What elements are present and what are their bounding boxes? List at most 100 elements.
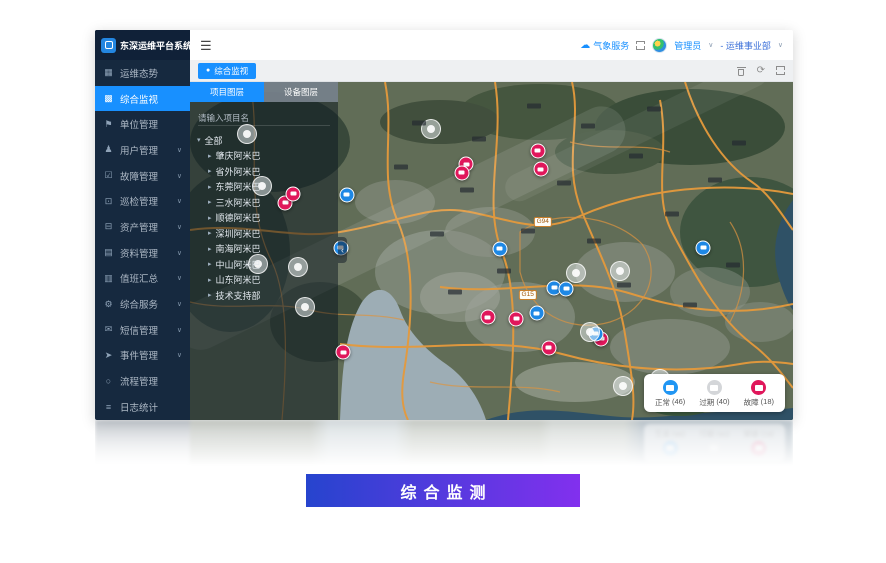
sidebar-item-workflow[interactable]: ○流程管理	[95, 368, 190, 394]
map-marker-blue[interactable]	[339, 187, 354, 202]
sidebar-menu: ▦运维态势 ▩综合监视 ⚑单位管理 ♟用户管理∨ ☑故障管理∨ ⊡巡检管理∨ ⊟…	[95, 60, 190, 420]
map-place-label	[557, 181, 571, 186]
flag-icon: ⚑	[103, 119, 114, 130]
map-place-label	[497, 269, 511, 274]
map-marker-red[interactable]	[533, 162, 548, 177]
chevron-down-icon: ∨	[177, 197, 182, 205]
tree-node[interactable]: ▸东莞阿米巴	[197, 179, 331, 195]
sidebar-item-units[interactable]: ⚑单位管理	[95, 111, 190, 137]
window-reflection: 正常(46) 过期(40) 故障(18)	[95, 420, 793, 472]
menu-collapse-icon[interactable]: ☰	[200, 39, 212, 52]
map-marker-gray[interactable]	[613, 376, 633, 396]
map-marker-gray[interactable]	[580, 322, 600, 342]
user-menu[interactable]: 管理员	[674, 39, 701, 52]
app-title: 东深运维平台系统	[120, 39, 192, 52]
gear-icon: ⚙	[103, 299, 114, 310]
sidebar-item-services[interactable]: ⚙综合服务∨	[95, 291, 190, 317]
sidebar-item-users[interactable]: ♟用户管理∨	[95, 137, 190, 163]
map-place-label	[708, 178, 722, 183]
sidebar-item-events[interactable]: ➤事件管理∨	[95, 343, 190, 369]
avatar[interactable]	[652, 38, 667, 53]
main-area: ☰ ☁气象服务 管理员 ∨ - 运维事业部 ∨ ●综合监视 ⟳	[190, 30, 793, 420]
map-place-label	[412, 120, 426, 125]
sidebar-item-faults[interactable]: ☑故障管理∨	[95, 163, 190, 189]
map-place-label	[726, 262, 740, 267]
tree-node[interactable]: ▸三水阿米巴	[197, 195, 331, 211]
map-place-label	[581, 123, 595, 128]
screenshot-stage: 东深运维平台系统 ▦运维态势 ▩综合监视 ⚑单位管理 ♟用户管理∨ ☑故障管理∨…	[0, 0, 886, 563]
expired-status-icon	[707, 380, 722, 395]
map-place-label	[587, 238, 601, 243]
map-container[interactable]: G94 G15 项目图层 设备图层 ▾全部 ▸肇庆阿米巴 ▸省外阿米巴	[190, 82, 793, 420]
chevron-down-icon: ∨	[177, 146, 182, 154]
sidebar-item-logs[interactable]: ≡日志统计	[95, 394, 190, 420]
tree-node[interactable]: ▸深圳阿米巴	[197, 226, 331, 242]
map-place-label	[448, 289, 462, 294]
status-legend: 正常(46) 过期(40) 故障(18)	[644, 374, 785, 412]
top-bar-right: ☁气象服务 管理员 ∨ - 运维事业部 ∨	[580, 38, 783, 53]
legend-item-normal[interactable]: 正常(46)	[655, 380, 685, 408]
sidebar-item-inspection[interactable]: ⊡巡检管理∨	[95, 188, 190, 214]
sidebar-item-monitoring[interactable]: ▩综合监视	[95, 86, 190, 112]
legend-item-fault[interactable]: 故障(18)	[744, 380, 774, 408]
panel-collapse-handle[interactable]: ‹	[338, 237, 347, 263]
map-marker-red[interactable]	[509, 311, 524, 326]
tree-node[interactable]: ▸顺德阿米巴	[197, 210, 331, 226]
legend-item-expired[interactable]: 过期(40)	[699, 380, 729, 408]
top-bar: ☰ ☁气象服务 管理员 ∨ - 运维事业部 ∨	[190, 30, 793, 60]
tree-node-all[interactable]: ▾全部	[197, 132, 331, 148]
caret-right-icon: ▸	[208, 198, 212, 206]
map-place-label	[617, 282, 631, 287]
sidebar-item-documents[interactable]: ▤资料管理∨	[95, 240, 190, 266]
expand-icon[interactable]	[776, 66, 785, 75]
chevron-down-icon: ∨	[177, 300, 182, 308]
map-place-label	[430, 232, 444, 237]
refresh-icon[interactable]: ⟳	[757, 66, 765, 76]
fullscreen-icon[interactable]	[636, 41, 645, 50]
caret-right-icon: ▸	[208, 229, 212, 237]
sidebar-item-ops-status[interactable]: ▦运维态势	[95, 60, 190, 86]
tree-node[interactable]: ▸山东阿米巴	[197, 272, 331, 288]
map-marker-red[interactable]	[541, 340, 556, 355]
map-marker-gray[interactable]	[566, 263, 586, 283]
weather-service-link[interactable]: ☁气象服务	[580, 39, 629, 52]
map-marker-blue[interactable]	[696, 240, 711, 255]
project-search	[198, 108, 330, 126]
tree-node[interactable]: ▸省外阿米巴	[197, 164, 331, 180]
caret-right-icon: ▸	[208, 260, 212, 268]
circle-icon: ○	[103, 376, 114, 386]
map-marker-red[interactable]	[454, 165, 469, 180]
map-marker-red[interactable]	[480, 310, 495, 325]
map-marker-gray[interactable]	[610, 261, 630, 281]
grid-icon: ▦	[103, 67, 114, 78]
sidebar-item-duty-summary[interactable]: ▥值班汇总∨	[95, 266, 190, 292]
asset-icon: ⊟	[103, 221, 114, 232]
project-tree: ▾全部 ▸肇庆阿米巴 ▸省外阿米巴 ▸东莞阿米巴 ▸三水阿米巴 ▸顺德阿米巴 ▸…	[190, 128, 338, 307]
tree-node[interactable]: ▸中山阿米巴	[197, 257, 331, 273]
tab-monitoring[interactable]: ●综合监视	[198, 63, 256, 79]
mail-icon: ✉	[103, 324, 114, 335]
sidebar-item-sms[interactable]: ✉短信管理∨	[95, 317, 190, 343]
caret-right-icon: ▸	[208, 245, 212, 253]
tree-node[interactable]: ▸南海阿米巴	[197, 241, 331, 257]
caret-right-icon: ▸	[208, 214, 212, 222]
send-icon: ➤	[103, 350, 114, 361]
project-search-input[interactable]	[198, 111, 330, 126]
caret-right-icon: ▸	[208, 183, 212, 191]
tab-device-layer[interactable]: 设备图层	[264, 82, 338, 102]
map-place-label	[647, 107, 661, 112]
map-marker-blue[interactable]	[529, 306, 544, 321]
sidebar-item-assets[interactable]: ⊟资产管理∨	[95, 214, 190, 240]
tab-project-layer[interactable]: 项目图层	[190, 82, 264, 102]
map-place-label	[629, 154, 643, 159]
map-marker-red[interactable]	[530, 143, 545, 158]
map-marker-blue[interactable]	[492, 241, 507, 256]
map-place-label	[460, 188, 474, 193]
tab-bar: ●综合监视 ⟳	[190, 60, 793, 82]
monitor-icon: ⊡	[103, 196, 114, 207]
tree-node[interactable]: ▸技术支持部	[197, 288, 331, 304]
tree-node[interactable]: ▸肇庆阿米巴	[197, 148, 331, 164]
trash-icon[interactable]	[737, 66, 746, 76]
department-menu[interactable]: - 运维事业部	[720, 39, 771, 52]
map-marker-blue[interactable]	[559, 281, 574, 296]
